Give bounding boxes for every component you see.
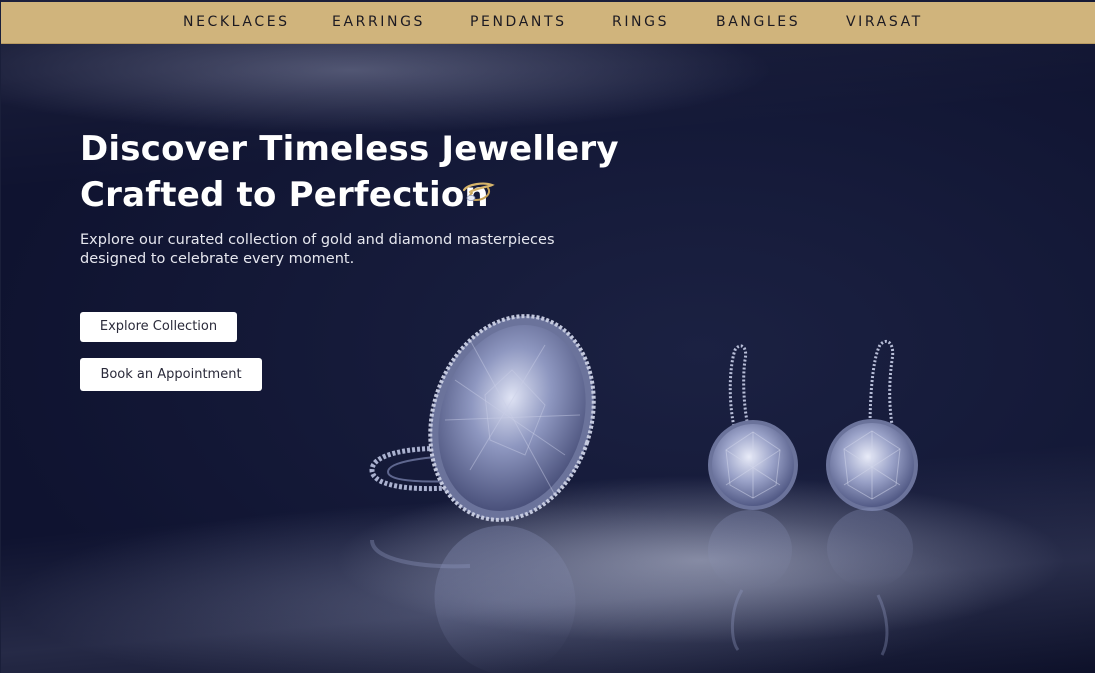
diamond-earring-right: [826, 339, 918, 656]
nav-item-earrings[interactable]: EARRINGS: [332, 14, 425, 30]
nav-item-bangles[interactable]: BANGLES: [716, 14, 800, 30]
hero-headline: Discover Timeless Jewellery Crafted to P…: [80, 126, 619, 218]
explore-collection-button[interactable]: Explore Collection: [80, 312, 237, 342]
nav-item-rings[interactable]: RINGS: [612, 14, 669, 30]
diamond-earring-left: [708, 344, 798, 651]
hero-subtext: Explore our curated collection of gold a…: [80, 231, 580, 269]
nav-item-pendants[interactable]: PENDANTS: [470, 14, 567, 30]
hero-headline-line-2: Crafted to Perfection: [80, 175, 489, 215]
hero-headline-line-1: Discover Timeless Jewellery: [80, 129, 619, 169]
nav-item-virasat[interactable]: VIRASAT: [846, 14, 923, 30]
book-appointment-button[interactable]: Book an Appointment: [80, 358, 262, 391]
gold-ring-icon: [462, 182, 495, 202]
hero-subtext-line-2: designed to celebrate every moment.: [80, 251, 355, 267]
nav-item-necklaces[interactable]: NECKLACES: [183, 14, 290, 30]
diamond-ring: [369, 314, 596, 673]
page: NECKLACES EARRINGS PENDANTS RINGS BANGLE…: [0, 0, 1095, 673]
top-navigation: NECKLACES EARRINGS PENDANTS RINGS BANGLE…: [1, 2, 1095, 44]
hero-subtext-line-1: Explore our curated collection of gold a…: [80, 232, 555, 248]
